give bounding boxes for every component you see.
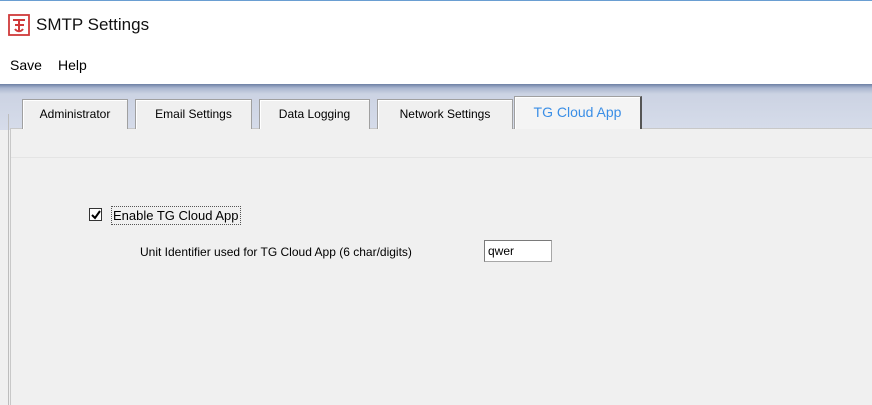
check-icon [91,210,101,220]
tab-page-tg-cloud-app [10,128,872,405]
enable-cloud-app-label[interactable]: Enable TG Cloud App [111,206,241,225]
unit-identifier-input[interactable] [484,240,552,262]
page-divider [11,157,872,158]
left-edge [0,114,10,405]
menu-help[interactable]: Help [58,56,87,74]
tab-administrator[interactable]: Administrator [22,99,128,129]
window-title: SMTP Settings [36,15,150,34]
menu-save[interactable]: Save [10,56,42,74]
tab-tg-cloud-app[interactable]: TG Cloud App [514,96,642,129]
tab-email-settings[interactable]: Email Settings [135,99,252,129]
unit-identifier-label: Unit Identifier used for TG Cloud App (6… [140,245,412,259]
tab-data-logging[interactable]: Data Logging [259,99,370,129]
tab-network-settings[interactable]: Network Settings [377,99,513,129]
title-bar: SMTP Settings [0,0,872,46]
enable-cloud-app-checkbox[interactable] [89,208,102,221]
menu-bar: Save Help [0,46,872,84]
tg-logo-icon [8,14,30,36]
